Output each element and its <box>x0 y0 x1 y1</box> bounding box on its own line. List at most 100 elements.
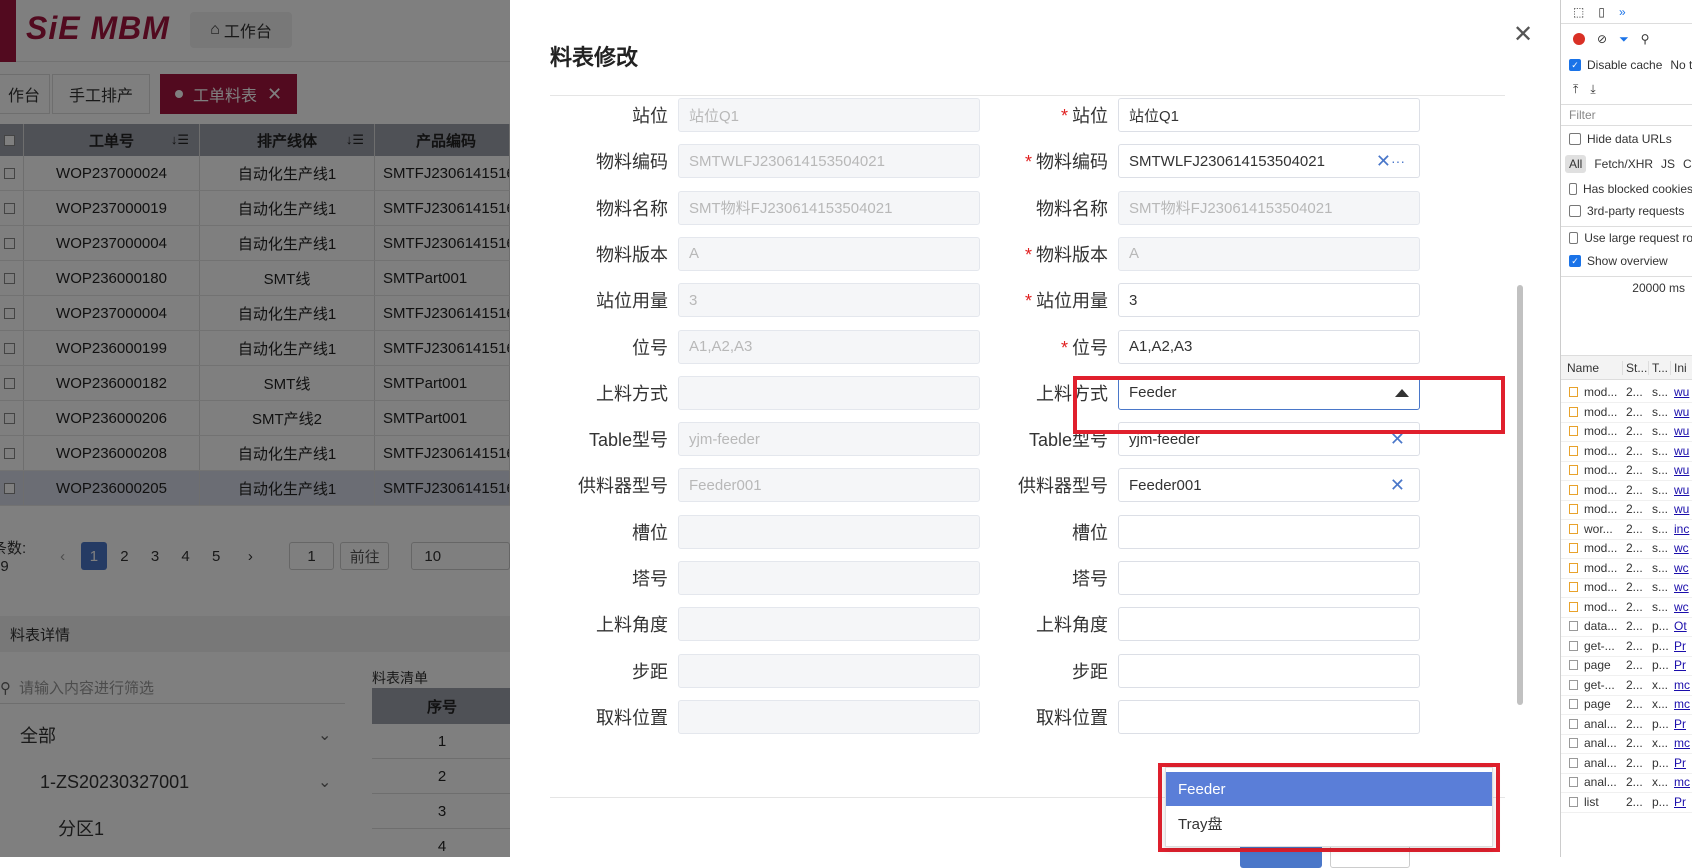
request-row[interactable]: mod... 2... s... wc <box>1561 538 1692 559</box>
field-input[interactable]: 站位Q1 <box>1118 98 1420 132</box>
field-label: 物料版本 <box>596 244 668 265</box>
request-row[interactable]: mod... 2... s... wc <box>1561 577 1692 598</box>
field-input[interactable] <box>1118 699 1420 734</box>
form-row: 步距 <box>1018 653 1420 688</box>
field-label: 步距 <box>632 661 668 682</box>
request-row[interactable]: wor... 2... s... inc <box>1561 519 1692 540</box>
form-row: * 物料版本 A <box>1018 236 1420 271</box>
field-input[interactable]: SMTWLFJ230614153504021 ✕ ··· <box>1118 144 1420 179</box>
form-row: 取料位置 <box>1018 699 1420 734</box>
request-row[interactable]: page 2... p... Pr <box>1561 655 1692 676</box>
field-input <box>678 514 980 549</box>
field-input[interactable] <box>1118 607 1420 642</box>
clear-icon[interactable]: ✕ <box>1390 475 1405 496</box>
request-row[interactable]: get-... 2... x... mc <box>1561 675 1692 696</box>
request-row[interactable]: get-... 2... p... Pr <box>1561 636 1692 657</box>
timeline-overview[interactable]: 20000 ms <box>1561 276 1692 356</box>
form-row: Table型号 yjm-feeder <box>550 422 980 457</box>
type-filters: All Fetch/XHR JS CS <box>1561 152 1692 176</box>
file-icon <box>1569 465 1578 475</box>
field-label: * 站位用量 <box>1024 291 1108 312</box>
type-css[interactable]: CS <box>1683 157 1692 171</box>
field-input: Feeder001 <box>678 468 980 503</box>
request-row[interactable]: mod... 2... s... wu <box>1561 421 1692 442</box>
field-input[interactable]: 3 <box>1118 283 1420 318</box>
upload-icon[interactable]: ⤒ <box>1573 82 1578 97</box>
field-label: Table型号 <box>588 430 668 451</box>
download-icon[interactable]: ⤓ <box>1590 82 1595 97</box>
option-tray[interactable]: Tray盘 <box>1166 806 1492 840</box>
request-row[interactable]: anal... 2... x... mc <box>1561 772 1692 793</box>
scrollbar-thumb[interactable] <box>1517 285 1523 705</box>
clear-icon[interactable]: ✕ <box>1376 151 1391 172</box>
large-rows-row[interactable]: Use large request ro <box>1561 226 1692 248</box>
field-input[interactable]: Feeder001 ✕ <box>1118 468 1420 503</box>
type-js[interactable]: JS <box>1661 157 1675 171</box>
form-row: 位号 A1,A2,A3 <box>550 329 980 364</box>
type-fetch[interactable]: Fetch/XHR <box>1594 157 1653 171</box>
hide-data-urls-row[interactable]: Hide data URLs <box>1561 128 1692 150</box>
required-mark: * <box>1024 291 1032 312</box>
field-input[interactable]: A1,A2,A3 <box>1118 329 1420 364</box>
form-row: * 物料编码 SMTWLFJ230614153504021 ✕ ··· <box>1018 144 1420 179</box>
more-tabs-icon[interactable]: » <box>1619 5 1626 19</box>
form-row: 塔号 <box>550 561 980 595</box>
filter-icon[interactable]: ⏷ <box>1619 32 1629 47</box>
show-overview-row[interactable]: ✓ Show overview <box>1561 250 1692 272</box>
request-row[interactable]: mod... 2... s... wu <box>1561 480 1692 501</box>
field-input <box>678 607 980 642</box>
form-row: 塔号 <box>1018 561 1420 595</box>
file-icon <box>1569 660 1578 670</box>
filter-input[interactable]: Filter <box>1561 104 1692 126</box>
file-icon <box>1569 621 1578 631</box>
request-row[interactable]: mod... 2... s... wu <box>1561 382 1692 403</box>
field-input[interactable] <box>1118 653 1420 688</box>
dialog-title: 料表修改 <box>550 45 639 70</box>
clear-icon[interactable]: ⊘ <box>1597 32 1607 46</box>
form-row: * 站位用量 3 <box>1018 283 1420 318</box>
file-icon <box>1569 718 1578 729</box>
field-label: * 物料版本 <box>1024 244 1108 265</box>
device-icon[interactable]: ▯ <box>1598 5 1605 19</box>
field-input[interactable] <box>1118 561 1420 595</box>
file-icon <box>1569 699 1578 709</box>
option-feeder[interactable]: Feeder <box>1166 772 1492 806</box>
field-label: 物料名称 <box>596 198 668 219</box>
close-icon[interactable]: ✕ <box>1513 20 1533 49</box>
type-all[interactable]: All <box>1565 155 1587 173</box>
blocked-cookies-row[interactable]: Has blocked cookies <box>1561 178 1692 200</box>
dialog-scrollbar[interactable] <box>1517 95 1523 798</box>
request-row[interactable]: page 2... x... mc <box>1561 694 1692 715</box>
request-row[interactable]: anal... 2... p... Pr <box>1561 714 1692 735</box>
file-icon <box>1569 504 1578 514</box>
request-row[interactable]: data... 2... p... Ot <box>1561 616 1692 637</box>
file-icon <box>1569 601 1578 612</box>
field-label: 槽位 <box>632 522 668 543</box>
field-label: 站位用量 <box>596 291 668 312</box>
request-row[interactable]: mod... 2... s... wc <box>1561 597 1692 618</box>
request-row[interactable]: mod... 2... s... wu <box>1561 499 1692 520</box>
third-party-row[interactable]: 3rd-party requests <box>1561 200 1692 222</box>
disable-cache-row[interactable]: ✓ Disable cache No t <box>1561 54 1692 76</box>
highlight-feed-method <box>1073 376 1505 434</box>
file-icon <box>1569 445 1578 456</box>
inspect-icon[interactable]: ⬚ <box>1573 5 1584 19</box>
field-label: 物料名称 <box>1036 198 1108 219</box>
field-label: 位号 <box>632 337 668 358</box>
request-row[interactable]: mod... 2... s... wc <box>1561 558 1692 579</box>
request-row[interactable]: mod... 2... s... wu <box>1561 441 1692 462</box>
search-icon[interactable]: ⚲ <box>1641 32 1650 46</box>
request-row[interactable]: mod... 2... s... wu <box>1561 460 1692 481</box>
form-row: 供料器型号 Feeder001 ✕ <box>1018 468 1420 503</box>
record-icon[interactable] <box>1573 33 1585 45</box>
file-icon <box>1569 406 1578 417</box>
field-input[interactable] <box>1118 514 1420 549</box>
request-row[interactable]: anal... 2... p... Pr <box>1561 753 1692 774</box>
request-row[interactable]: list 2... p... Pr <box>1561 792 1692 813</box>
request-row[interactable]: anal... 2... x... mc <box>1561 733 1692 754</box>
field-label: 上料方式 <box>596 383 668 404</box>
file-icon <box>1569 484 1578 495</box>
more-icon[interactable]: ··· <box>1391 153 1405 169</box>
field-input: 3 <box>678 283 980 318</box>
request-row[interactable]: mod... 2... s... wu <box>1561 402 1692 423</box>
